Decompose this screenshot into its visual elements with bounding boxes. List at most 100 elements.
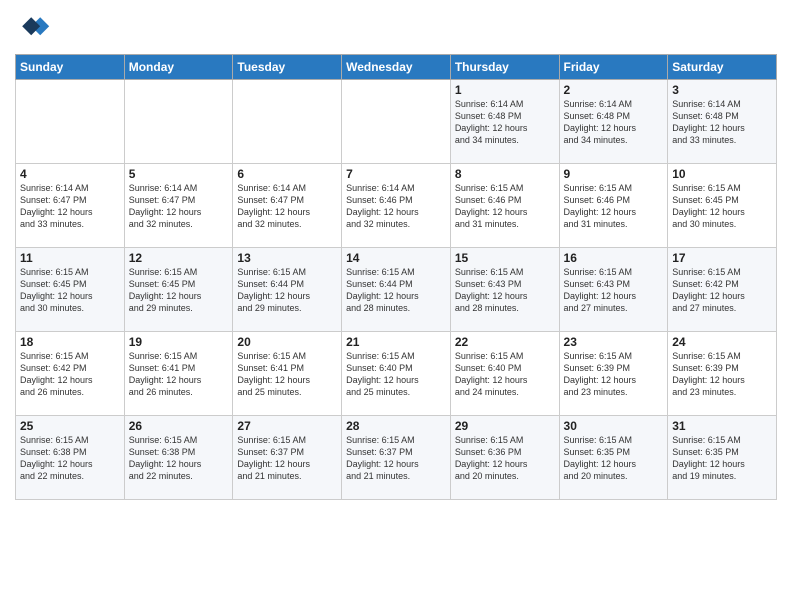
day-info: Sunrise: 6:15 AM Sunset: 6:42 PM Dayligh… (672, 266, 772, 315)
header-cell-tuesday: Tuesday (233, 55, 342, 80)
day-cell: 23Sunrise: 6:15 AM Sunset: 6:39 PM Dayli… (559, 332, 668, 416)
day-info: Sunrise: 6:15 AM Sunset: 6:39 PM Dayligh… (564, 350, 664, 399)
week-row-4: 18Sunrise: 6:15 AM Sunset: 6:42 PM Dayli… (16, 332, 777, 416)
day-number: 25 (20, 419, 120, 433)
day-number: 23 (564, 335, 664, 349)
header-cell-saturday: Saturday (668, 55, 777, 80)
day-cell: 9Sunrise: 6:15 AM Sunset: 6:46 PM Daylig… (559, 164, 668, 248)
header-cell-friday: Friday (559, 55, 668, 80)
day-info: Sunrise: 6:15 AM Sunset: 6:43 PM Dayligh… (564, 266, 664, 315)
day-cell: 24Sunrise: 6:15 AM Sunset: 6:39 PM Dayli… (668, 332, 777, 416)
week-row-5: 25Sunrise: 6:15 AM Sunset: 6:38 PM Dayli… (16, 416, 777, 500)
day-cell: 29Sunrise: 6:15 AM Sunset: 6:36 PM Dayli… (450, 416, 559, 500)
day-info: Sunrise: 6:15 AM Sunset: 6:46 PM Dayligh… (564, 182, 664, 231)
day-info: Sunrise: 6:15 AM Sunset: 6:45 PM Dayligh… (20, 266, 120, 315)
day-info: Sunrise: 6:15 AM Sunset: 6:35 PM Dayligh… (672, 434, 772, 483)
day-info: Sunrise: 6:14 AM Sunset: 6:46 PM Dayligh… (346, 182, 446, 231)
day-cell: 25Sunrise: 6:15 AM Sunset: 6:38 PM Dayli… (16, 416, 125, 500)
day-number: 19 (129, 335, 229, 349)
day-number: 3 (672, 83, 772, 97)
day-info: Sunrise: 6:15 AM Sunset: 6:45 PM Dayligh… (129, 266, 229, 315)
day-info: Sunrise: 6:14 AM Sunset: 6:48 PM Dayligh… (564, 98, 664, 147)
day-number: 22 (455, 335, 555, 349)
day-info: Sunrise: 6:15 AM Sunset: 6:38 PM Dayligh… (129, 434, 229, 483)
day-cell: 10Sunrise: 6:15 AM Sunset: 6:45 PM Dayli… (668, 164, 777, 248)
day-number: 9 (564, 167, 664, 181)
day-number: 24 (672, 335, 772, 349)
week-row-1: 1 Sunrise: 6:14 AM Sunset: 6:48 PM Daylig… (16, 80, 777, 164)
day-cell: 2Sunrise: 6:14 AM Sunset: 6:48 PM Daylig… (559, 80, 668, 164)
day-number: 21 (346, 335, 446, 349)
calendar-header: SundayMondayTuesdayWednesdayThursdayFrid… (16, 55, 777, 80)
day-info: Sunrise: 6:15 AM Sunset: 6:35 PM Dayligh… (564, 434, 664, 483)
day-number: 4 (20, 167, 120, 181)
header (15, 10, 777, 46)
day-cell: 3Sunrise: 6:14 AM Sunset: 6:48 PM Daylig… (668, 80, 777, 164)
day-number: 13 (237, 251, 337, 265)
day-info: Sunrise: 6:15 AM Sunset: 6:40 PM Dayligh… (346, 350, 446, 399)
day-cell: 26Sunrise: 6:15 AM Sunset: 6:38 PM Dayli… (124, 416, 233, 500)
day-number: 27 (237, 419, 337, 433)
day-number: 11 (20, 251, 120, 265)
day-cell: 6Sunrise: 6:14 AM Sunset: 6:47 PM Daylig… (233, 164, 342, 248)
day-info: Sunrise: 6:15 AM Sunset: 6:37 PM Dayligh… (346, 434, 446, 483)
day-number: 12 (129, 251, 229, 265)
day-cell: 13Sunrise: 6:15 AM Sunset: 6:44 PM Dayli… (233, 248, 342, 332)
logo (15, 10, 55, 46)
day-info: Sunrise: 6:15 AM Sunset: 6:41 PM Dayligh… (129, 350, 229, 399)
day-info: Sunrise: 6:15 AM Sunset: 6:38 PM Dayligh… (20, 434, 120, 483)
day-number: 18 (20, 335, 120, 349)
day-cell: 22Sunrise: 6:15 AM Sunset: 6:40 PM Dayli… (450, 332, 559, 416)
day-cell: 1Sunrise: 6:14 AM Sunset: 6:48 PM Daylig… (450, 80, 559, 164)
day-info: Sunrise: 6:15 AM Sunset: 6:37 PM Dayligh… (237, 434, 337, 483)
day-cell: 19Sunrise: 6:15 AM Sunset: 6:41 PM Dayli… (124, 332, 233, 416)
day-cell: 28Sunrise: 6:15 AM Sunset: 6:37 PM Dayli… (342, 416, 451, 500)
day-cell: 21Sunrise: 6:15 AM Sunset: 6:40 PM Dayli… (342, 332, 451, 416)
day-number: 1 (455, 83, 555, 97)
day-info: Sunrise: 6:15 AM Sunset: 6:44 PM Dayligh… (237, 266, 337, 315)
day-number: 7 (346, 167, 446, 181)
day-number: 29 (455, 419, 555, 433)
day-info: Sunrise: 6:15 AM Sunset: 6:45 PM Dayligh… (672, 182, 772, 231)
day-cell: 8Sunrise: 6:15 AM Sunset: 6:46 PM Daylig… (450, 164, 559, 248)
day-cell: 27Sunrise: 6:15 AM Sunset: 6:37 PM Dayli… (233, 416, 342, 500)
day-cell: 31Sunrise: 6:15 AM Sunset: 6:35 PM Dayli… (668, 416, 777, 500)
day-info: Sunrise: 6:15 AM Sunset: 6:39 PM Dayligh… (672, 350, 772, 399)
day-info: Sunrise: 6:15 AM Sunset: 6:40 PM Dayligh… (455, 350, 555, 399)
header-cell-thursday: Thursday (450, 55, 559, 80)
day-number: 2 (564, 83, 664, 97)
calendar-body: 1 Sunrise: 6:14 AM Sunset: 6:48 PM Daylig… (16, 80, 777, 500)
day-info: Sunrise: 6:15 AM Sunset: 6:41 PM Dayligh… (237, 350, 337, 399)
day-cell (16, 80, 125, 164)
day-number: 15 (455, 251, 555, 265)
day-cell: 7Sunrise: 6:14 AM Sunset: 6:46 PM Daylig… (342, 164, 451, 248)
day-number: 8 (455, 167, 555, 181)
day-number: 5 (129, 167, 229, 181)
day-cell: 5Sunrise: 6:14 AM Sunset: 6:47 PM Daylig… (124, 164, 233, 248)
day-info: Sunrise: 6:15 AM Sunset: 6:44 PM Dayligh… (346, 266, 446, 315)
day-cell: 12Sunrise: 6:15 AM Sunset: 6:45 PM Dayli… (124, 248, 233, 332)
day-info: Sunrise: 6:14 AM Sunset: 6:47 PM Dayligh… (129, 182, 229, 231)
day-number: 26 (129, 419, 229, 433)
page: SundayMondayTuesdayWednesdayThursdayFrid… (0, 0, 792, 612)
day-info: Sunrise: 6:14 AM Sunset: 6:47 PM Dayligh… (237, 182, 337, 231)
day-cell (233, 80, 342, 164)
day-cell: 15Sunrise: 6:15 AM Sunset: 6:43 PM Dayli… (450, 248, 559, 332)
day-cell: 30Sunrise: 6:15 AM Sunset: 6:35 PM Dayli… (559, 416, 668, 500)
day-info: Sunrise: 6:15 AM Sunset: 6:36 PM Dayligh… (455, 434, 555, 483)
day-info: Sunrise: 6:14 AM Sunset: 6:47 PM Dayligh… (20, 182, 120, 231)
header-row: SundayMondayTuesdayWednesdayThursdayFrid… (16, 55, 777, 80)
day-cell: 17Sunrise: 6:15 AM Sunset: 6:42 PM Dayli… (668, 248, 777, 332)
day-number: 20 (237, 335, 337, 349)
day-cell (342, 80, 451, 164)
week-row-2: 4Sunrise: 6:14 AM Sunset: 6:47 PM Daylig… (16, 164, 777, 248)
day-number: 17 (672, 251, 772, 265)
calendar-table: SundayMondayTuesdayWednesdayThursdayFrid… (15, 54, 777, 500)
day-cell: 18Sunrise: 6:15 AM Sunset: 6:42 PM Dayli… (16, 332, 125, 416)
day-number: 10 (672, 167, 772, 181)
day-number: 28 (346, 419, 446, 433)
header-cell-wednesday: Wednesday (342, 55, 451, 80)
day-info: Sunrise: 6:15 AM Sunset: 6:42 PM Dayligh… (20, 350, 120, 399)
day-info: Sunrise: 6:15 AM Sunset: 6:46 PM Dayligh… (455, 182, 555, 231)
logo-icon (15, 10, 51, 46)
